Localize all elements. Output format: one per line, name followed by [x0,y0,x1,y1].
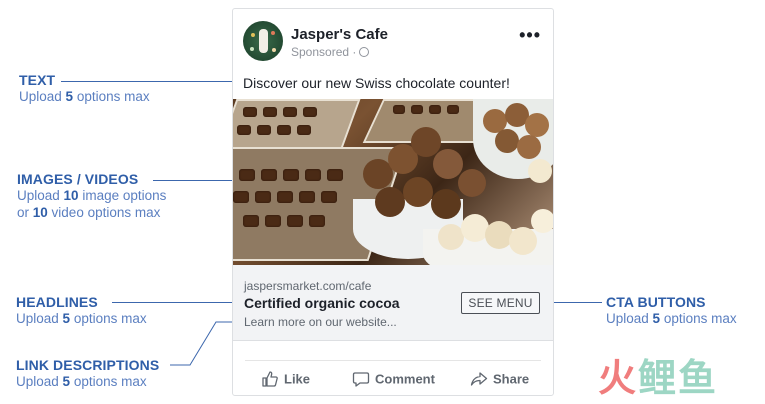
link-preview[interactable]: jaspersmarket.com/cafe Certified organic… [233,265,553,341]
share-icon [470,372,488,386]
annotation-text: TEXT Upload 5 options max [19,72,150,105]
annotation-text-title: TEXT [19,72,56,88]
comment-label: Comment [375,371,435,387]
annotation-images: IMAGES / VIDEOS Upload 10 image options … [17,171,166,221]
link-description: Learn more on our website... [244,315,397,329]
annotation-images-title: IMAGES / VIDEOS [17,171,139,187]
annotation-link-descriptions-sub: Upload 5 options max [16,374,147,389]
annotation-headlines-line [112,302,240,303]
ad-image[interactable] [233,99,553,265]
like-label: Like [284,371,311,387]
annotation-headlines: HEADLINES Upload 5 options max [16,294,147,327]
globe-icon [359,46,370,57]
annotation-images-sub1: Upload 10 image options [17,188,167,203]
annotation-text-line [61,81,238,82]
link-domain: jaspersmarket.com/cafe [244,279,372,293]
annotation-cta-buttons: CTA BUTTONS Upload 5 options max [606,294,737,327]
ad-card: Jasper's Cafe Sponsored · ••• Discover o… [232,8,554,396]
annotation-images-line [153,180,232,181]
annotation-cta-sub: Upload 5 options max [606,311,737,326]
annotation-link-descriptions-title: LINK DESCRIPTIONS [16,357,160,373]
sponsored-label: Sponsored · [291,45,370,59]
more-options-icon[interactable]: ••• [519,25,541,46]
ad-primary-text: Discover our new Swiss chocolate counter… [243,75,510,91]
thumbs-up-icon [262,371,278,387]
comment-icon [352,372,370,387]
annotation-link-descriptions: LINK DESCRIPTIONS Upload 5 options max [16,357,159,390]
annotation-headlines-sub: Upload 5 options max [16,311,147,326]
annotation-cta-title: CTA BUTTONS [606,294,706,310]
actions-divider [245,360,541,361]
page-name[interactable]: Jasper's Cafe [291,26,388,43]
watermark-logo: 火鲤鱼 [598,360,718,398]
link-headline[interactable]: Certified organic cocoa [244,295,400,311]
avatar[interactable] [243,21,283,61]
see-menu-button[interactable]: SEE MENU [461,292,540,314]
like-button[interactable]: Like [261,371,310,389]
share-button[interactable]: Share [470,371,529,389]
share-label: Share [493,371,530,387]
watermark-left: 火 [598,358,639,400]
comment-button[interactable]: Comment [352,371,435,389]
annotation-text-sub: Upload 5 options max [19,89,150,104]
annotation-images-sub2: or 10 video options max [17,205,161,220]
watermark-right: 鲤鱼 [638,358,719,400]
